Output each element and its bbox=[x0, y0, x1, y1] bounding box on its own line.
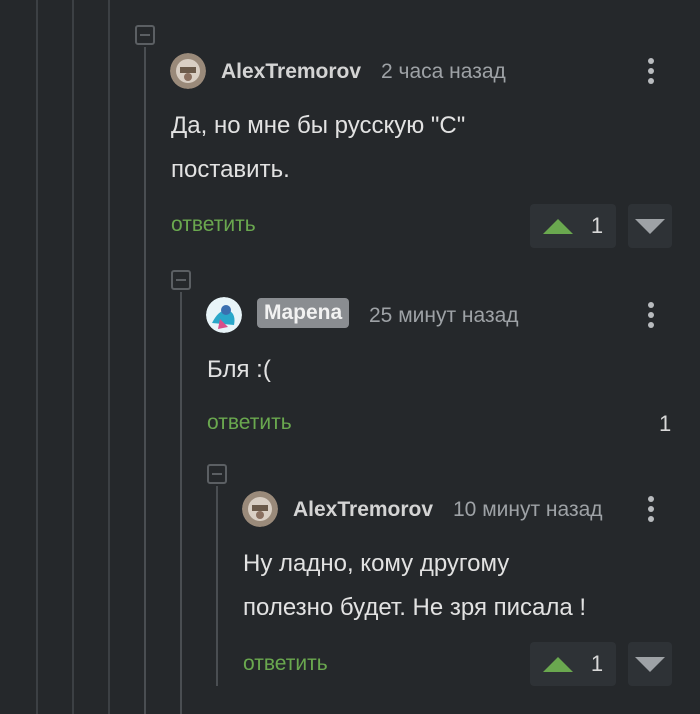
comment-text: Бля :( bbox=[207, 348, 271, 392]
reply-button[interactable]: ответить bbox=[171, 213, 256, 237]
thread-line[interactable] bbox=[180, 292, 182, 714]
thread-line bbox=[108, 0, 110, 714]
downvote-button[interactable] bbox=[628, 204, 672, 248]
user-avatar[interactable] bbox=[206, 297, 242, 333]
more-options-icon[interactable] bbox=[641, 298, 661, 332]
photo-avatar-icon bbox=[170, 53, 206, 89]
reply-button[interactable]: ответить bbox=[243, 652, 328, 676]
rating-count: 1 bbox=[590, 213, 604, 238]
upvote-button[interactable]: 1 bbox=[530, 204, 616, 248]
collapse-thread-button[interactable] bbox=[207, 464, 227, 484]
upvote-button[interactable]: 1 bbox=[530, 642, 616, 686]
comment-text-line: поставить. bbox=[171, 156, 290, 183]
comment-text-line: Да, но мне бы русскую "С" bbox=[171, 112, 466, 139]
comment-text-line: Бля :( bbox=[207, 356, 271, 383]
arrow-up-icon bbox=[542, 656, 573, 672]
rating-count: 1 bbox=[590, 651, 604, 676]
comment-time: 25 минут назад bbox=[369, 304, 519, 327]
more-options-icon[interactable] bbox=[641, 492, 661, 526]
comment-text: Ну ладно, кому другому полезно будет. Не… bbox=[243, 542, 586, 630]
comment-text: Да, но мне бы русскую "С" поставить. bbox=[171, 104, 465, 192]
photo-avatar-icon bbox=[242, 491, 278, 527]
reply-button[interactable]: ответить bbox=[207, 411, 292, 435]
thread-line[interactable] bbox=[144, 47, 146, 714]
comment-time: 10 минут назад bbox=[453, 498, 603, 521]
vote-controls: 1 bbox=[530, 642, 672, 686]
comment-text-line: Ну ладно, кому другому bbox=[243, 550, 510, 577]
vote-controls: 1 bbox=[530, 204, 672, 248]
comment-author[interactable]: AlexTremorov bbox=[293, 498, 433, 522]
thread-line bbox=[72, 0, 74, 714]
user-avatar[interactable] bbox=[170, 53, 206, 89]
rating-count: 1 bbox=[659, 411, 672, 436]
comment-text-line: полезно будет. Не зря писала ! bbox=[243, 594, 587, 621]
comment-author[interactable]: Mapena bbox=[257, 298, 350, 328]
arrow-up-icon bbox=[542, 218, 573, 234]
collapse-thread-button[interactable] bbox=[171, 270, 191, 290]
thread-line[interactable] bbox=[216, 486, 218, 686]
more-options-icon[interactable] bbox=[641, 54, 661, 88]
comment-author[interactable]: AlexTremorov bbox=[221, 60, 361, 84]
photo-avatar-icon bbox=[206, 297, 242, 333]
downvote-button[interactable] bbox=[628, 642, 672, 686]
collapse-thread-button[interactable] bbox=[135, 25, 155, 45]
thread-line bbox=[36, 0, 38, 714]
comment-time: 2 часа назад bbox=[381, 60, 506, 83]
arrow-down-icon bbox=[635, 218, 665, 234]
arrow-down-icon bbox=[635, 656, 665, 672]
user-avatar[interactable] bbox=[242, 491, 278, 527]
